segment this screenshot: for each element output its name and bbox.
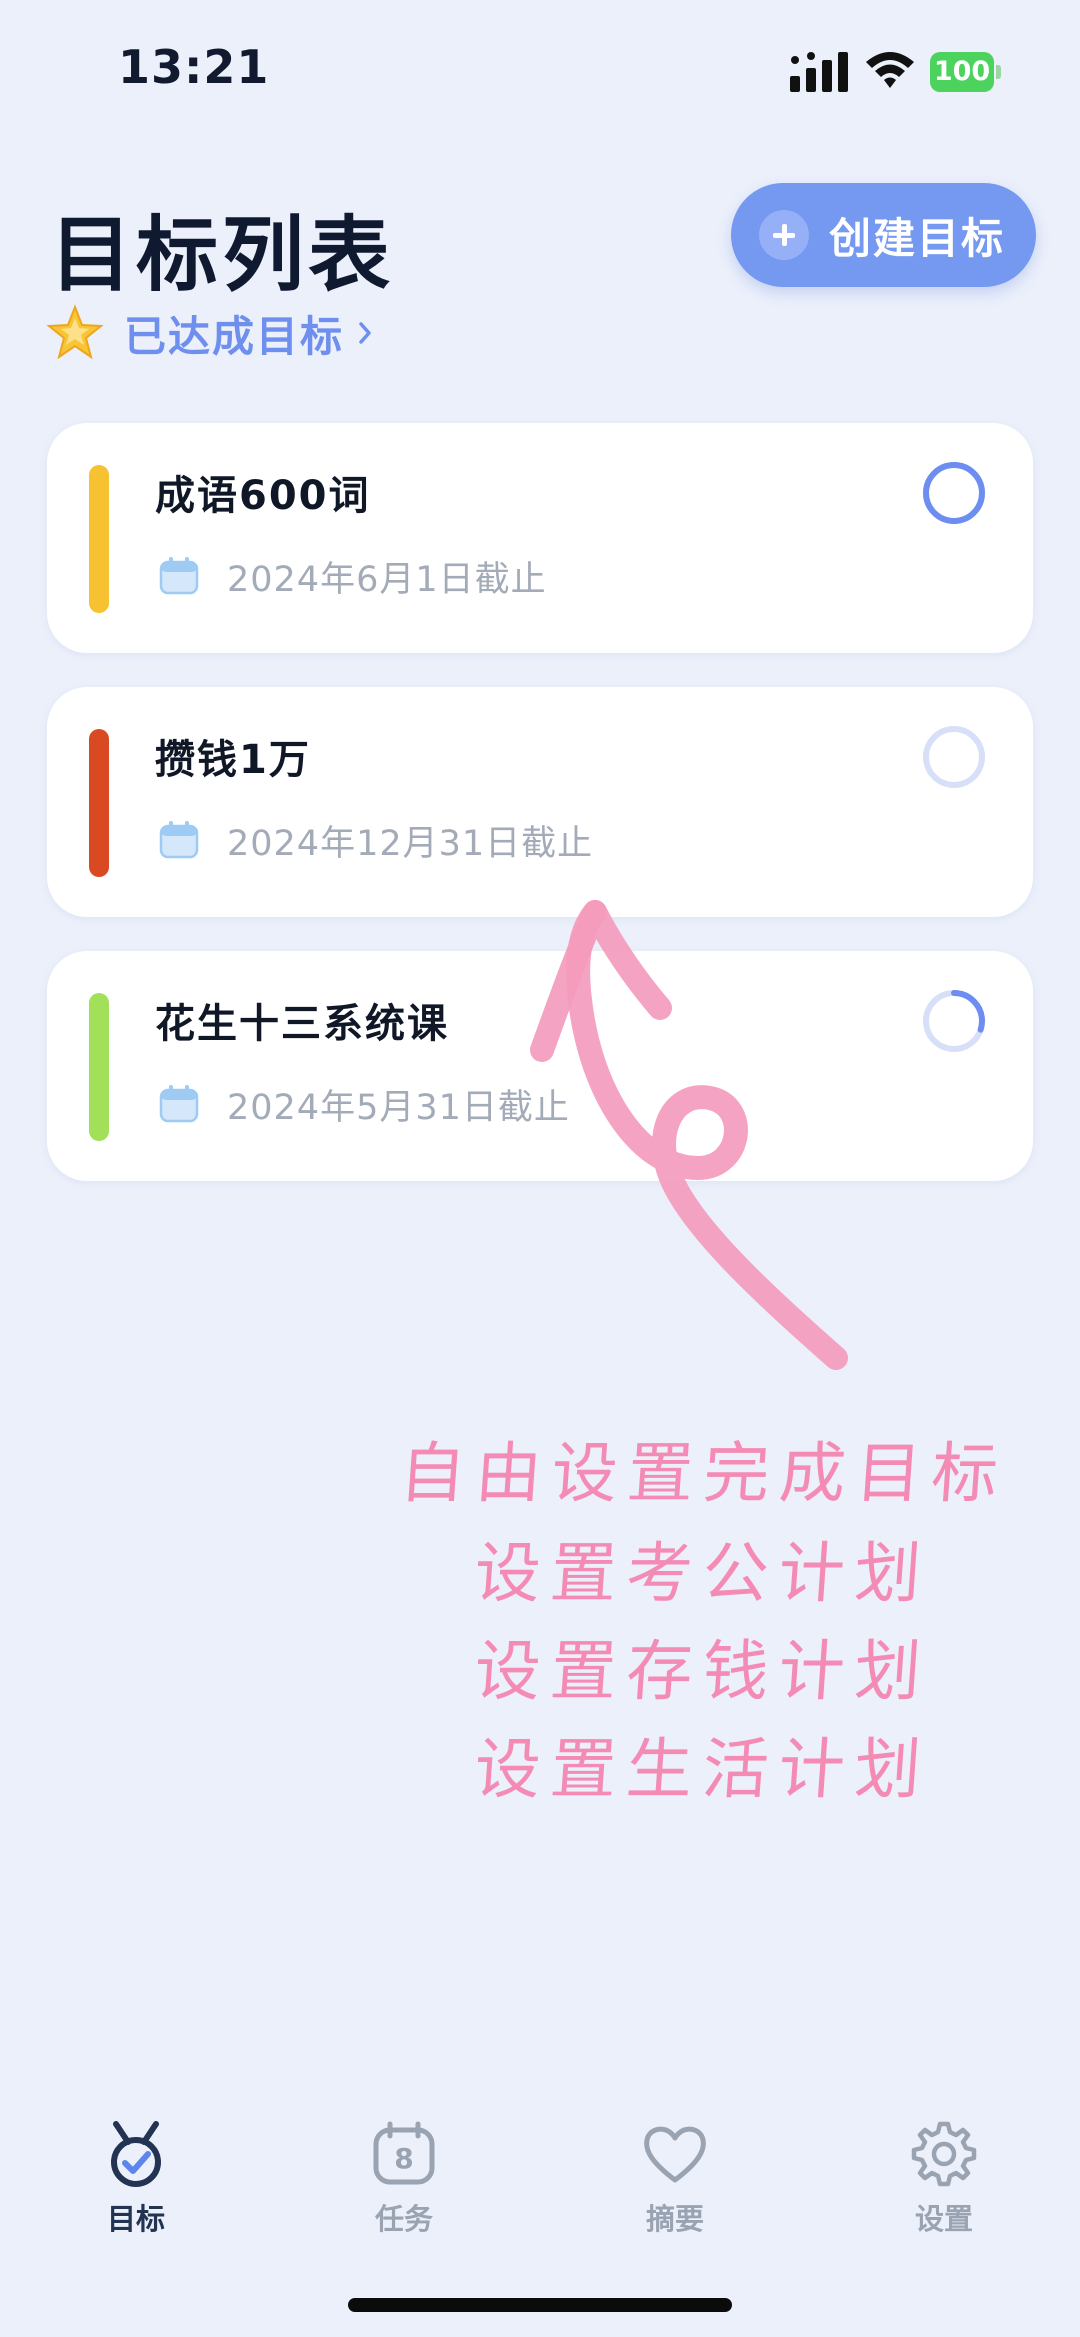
annotation-arrow xyxy=(530,900,848,1370)
goal-card[interactable]: 攒钱1万 2024年12月31日截止 xyxy=(47,687,1033,917)
goal-color-bar xyxy=(89,729,109,877)
progress-ring xyxy=(923,990,985,1052)
annotation-text: 自由设置完成目标 设置考公计划 设置存钱计划 设置生活计划 xyxy=(300,1420,1080,1820)
tab-bar: 目标 8 任务 摘要 设置 xyxy=(0,2090,1080,2290)
medal-check-icon xyxy=(111,2121,161,2187)
annotation-line: 设置存钱计划 xyxy=(471,1633,934,1710)
battery-indicator: 100 xyxy=(930,52,1002,92)
goal-title: 花生十三系统课 xyxy=(155,1001,449,1047)
calendar-icon xyxy=(159,1085,199,1123)
plus-icon xyxy=(759,210,809,260)
create-goal-button[interactable]: 创建目标 xyxy=(731,183,1036,287)
tab-summary[interactable]: 摘要 xyxy=(595,2120,755,2250)
tab-label: 目标 xyxy=(106,2202,165,2236)
tab-settings[interactable]: 设置 xyxy=(864,2120,1024,2250)
wifi-icon xyxy=(866,52,914,88)
calendar-icon xyxy=(159,821,199,859)
heart-icon xyxy=(644,2126,706,2183)
gear-icon xyxy=(911,2121,977,2187)
goal-title: 攒钱1万 xyxy=(155,737,311,783)
tab-goals[interactable]: 目标 xyxy=(56,2120,216,2250)
annotation-line: 设置考公计划 xyxy=(471,1535,934,1612)
achieved-goals-link[interactable]: 已达成目标 xyxy=(46,298,372,368)
goal-deadline: 2024年12月31日截止 xyxy=(227,824,594,864)
calendar-8-icon: 8 xyxy=(373,2121,435,2185)
page-title: 目标列表 xyxy=(50,208,395,303)
tab-label: 设置 xyxy=(914,2202,973,2236)
goal-color-bar xyxy=(89,993,109,1141)
calendar-icon xyxy=(159,557,199,595)
progress-ring xyxy=(923,726,985,788)
battery-tip xyxy=(996,65,1001,79)
tab-label: 任务 xyxy=(374,2202,433,2236)
goal-title: 成语600词 xyxy=(155,473,371,519)
battery-level: 100 xyxy=(930,52,994,92)
status-time: 13:21 xyxy=(118,40,270,94)
tab-tasks[interactable]: 8 任务 xyxy=(324,2120,484,2250)
goal-card[interactable]: 成语600词 2024年6月1日截止 xyxy=(47,423,1033,653)
status-bar: 13:21 100 xyxy=(0,0,1080,140)
home-indicator xyxy=(348,2298,732,2312)
progress-ring xyxy=(923,462,985,524)
annotation-line: 自由设置完成目标 xyxy=(396,1435,1011,1512)
goal-deadline: 2024年6月1日截止 xyxy=(227,560,547,600)
goal-deadline: 2024年5月31日截止 xyxy=(227,1088,570,1128)
tab-label: 摘要 xyxy=(645,2202,704,2236)
svg-text:8: 8 xyxy=(394,2142,413,2175)
annotation-line: 设置生活计划 xyxy=(471,1731,934,1808)
progress-ring-fill xyxy=(923,462,985,524)
goal-color-bar xyxy=(89,465,109,613)
achieved-goals-label: 已达成目标 xyxy=(124,311,345,361)
create-goal-label: 创建目标 xyxy=(829,213,1006,263)
cellular-signal-icon xyxy=(790,52,848,92)
star-icon xyxy=(46,304,104,360)
chevron-right-icon xyxy=(359,322,371,344)
